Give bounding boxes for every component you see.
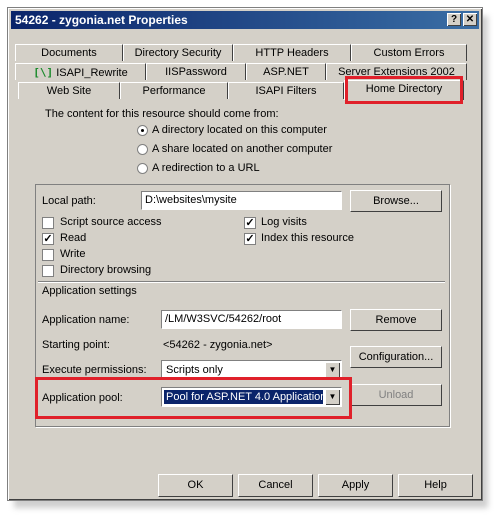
radio-local-directory[interactable] (137, 125, 148, 136)
radio-network-share-label: A share located on another computer (152, 143, 333, 155)
tab-isapi-filters[interactable]: ISAPI Filters (228, 82, 344, 99)
window-title: 54262 - zygonia.net Properties (15, 13, 188, 27)
chevron-down-icon[interactable]: ▼ (325, 362, 340, 378)
script-source-access-checkbox[interactable] (42, 217, 54, 229)
title-bar[interactable]: 54262 - zygonia.net Properties ? ✕ (11, 11, 479, 29)
radio-local-directory-label: A directory located on this computer (152, 124, 327, 136)
tab-iispassword[interactable]: IISPassword (146, 63, 246, 80)
radio-network-share[interactable] (137, 144, 148, 155)
index-resource-label: Index this resource (261, 232, 354, 244)
tab-http-headers[interactable]: HTTP Headers (233, 44, 351, 61)
local-path-label: Local path: (42, 195, 96, 207)
apply-button[interactable]: Apply (318, 474, 393, 497)
configuration-button[interactable]: Configuration... (350, 346, 442, 368)
execute-permissions-value: Scripts only (166, 364, 223, 376)
tab-documents[interactable]: Documents (15, 44, 123, 61)
directory-browsing-label: Directory browsing (60, 264, 152, 276)
unload-button: Unload (350, 384, 442, 406)
tab-isapi-rewrite[interactable]: [\] ISAPI_Rewrite (15, 63, 146, 80)
read-label: Read (60, 232, 87, 244)
close-title-button[interactable]: ✕ (463, 13, 477, 26)
radio-url-redirection-label: A redirection to a URL (152, 162, 260, 174)
write-checkbox[interactable] (42, 249, 54, 261)
directory-browsing-checkbox[interactable] (42, 265, 54, 277)
help-button[interactable]: Help (398, 474, 473, 497)
read-checkbox[interactable]: ✓ (42, 233, 54, 245)
starting-point-label: Starting point: (42, 339, 110, 351)
cancel-button[interactable]: Cancel (238, 474, 313, 497)
log-visits-label: Log visits (261, 216, 307, 228)
tab-directory-security[interactable]: Directory Security (123, 44, 233, 61)
browse-button[interactable]: Browse... (350, 190, 442, 212)
write-label: Write (60, 248, 86, 260)
application-name-label: Application name: (42, 314, 130, 326)
tab-isapi-rewrite-label: ISAPI_Rewrite (56, 67, 128, 79)
tab-custom-errors[interactable]: Custom Errors (351, 44, 467, 61)
index-resource-checkbox[interactable]: ✓ (244, 233, 256, 245)
isapi-rewrite-icon: [\] (33, 66, 54, 79)
properties-dialog: 54262 - zygonia.net Properties ? ✕ Docum… (7, 7, 483, 501)
home-directory-highlight (345, 76, 463, 104)
remove-button[interactable]: Remove (350, 309, 442, 331)
application-name-field[interactable]: /LM/W3SVC/54262/root (161, 310, 342, 329)
starting-point-value: <54262 - zygonia.net> (163, 339, 273, 351)
local-path-field[interactable]: D:\websites\mysite (141, 191, 342, 210)
tab-performance[interactable]: Performance (120, 82, 228, 99)
section-divider (38, 281, 445, 283)
script-source-access-label: Script source access (60, 216, 162, 228)
execute-permissions-label: Execute permissions: (42, 364, 147, 376)
tab-asp-net[interactable]: ASP.NET (246, 63, 326, 80)
help-title-button[interactable]: ? (447, 13, 461, 26)
ok-button[interactable]: OK (158, 474, 233, 497)
log-visits-checkbox[interactable]: ✓ (244, 217, 256, 229)
application-settings-heading: Application settings (42, 285, 137, 297)
application-pool-highlight (35, 377, 352, 419)
radio-url-redirection[interactable] (137, 163, 148, 174)
content-source-heading: The content for this resource should com… (45, 108, 279, 120)
tab-web-site[interactable]: Web Site (18, 82, 120, 99)
